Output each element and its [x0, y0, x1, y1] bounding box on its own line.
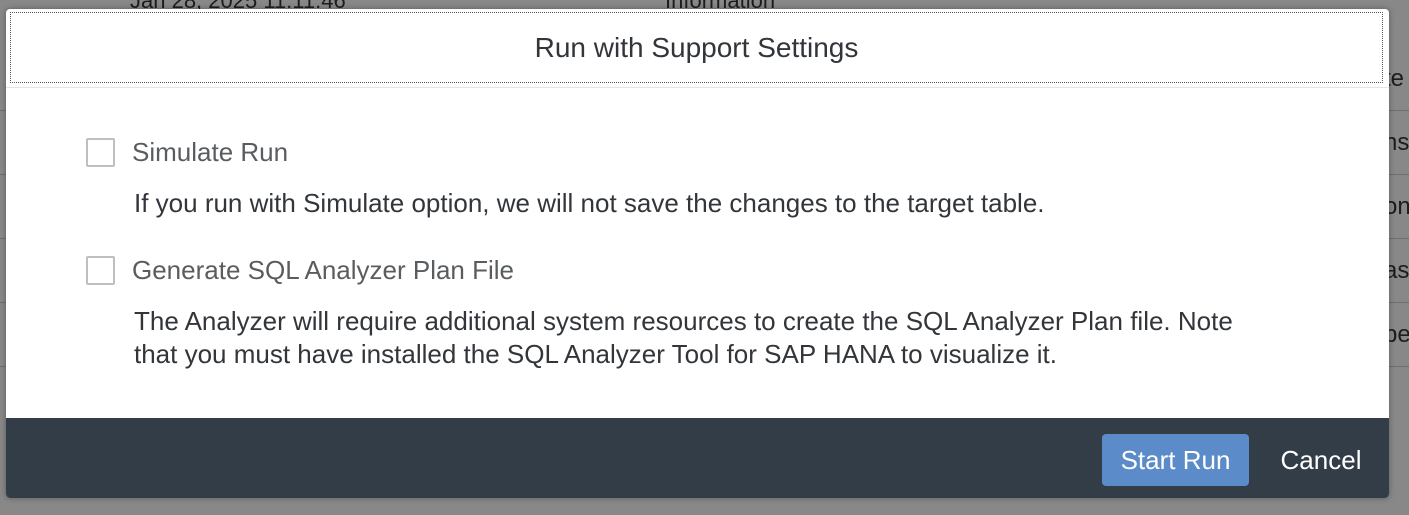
dialog-footer: Start Run Cancel: [6, 418, 1389, 498]
simulate-run-label[interactable]: Simulate Run: [132, 137, 288, 168]
cancel-button[interactable]: Cancel: [1266, 434, 1376, 486]
description-line: The Analyzer will require additional sys…: [134, 306, 1233, 336]
dialog-title: Run with Support Settings: [534, 31, 859, 63]
sql-analyzer-checkbox[interactable]: [86, 256, 115, 285]
sql-analyzer-description: The Analyzer will require additional sys…: [134, 305, 1334, 371]
sql-analyzer-label[interactable]: Generate SQL Analyzer Plan File: [132, 255, 514, 286]
simulate-run-description: If you run with Simulate option, we will…: [134, 187, 1334, 220]
sql-analyzer-option: Generate SQL Analyzer Plan File The Anal…: [86, 255, 1334, 371]
header-divider: [6, 87, 1389, 88]
sql-analyzer-row: Generate SQL Analyzer Plan File: [86, 255, 1334, 286]
dialog-header: Run with Support Settings: [10, 12, 1383, 83]
simulate-run-checkbox[interactable]: [86, 138, 115, 167]
start-run-button[interactable]: Start Run: [1102, 434, 1249, 486]
description-line: If you run with Simulate option, we will…: [134, 188, 1045, 218]
description-line: that you must have installed the SQL Ana…: [134, 339, 1057, 369]
run-settings-dialog: Run with Support Settings Simulate Run I…: [6, 9, 1389, 498]
simulate-run-option: Simulate Run If you run with Simulate op…: [86, 137, 1334, 220]
simulate-run-row: Simulate Run: [86, 137, 1334, 168]
